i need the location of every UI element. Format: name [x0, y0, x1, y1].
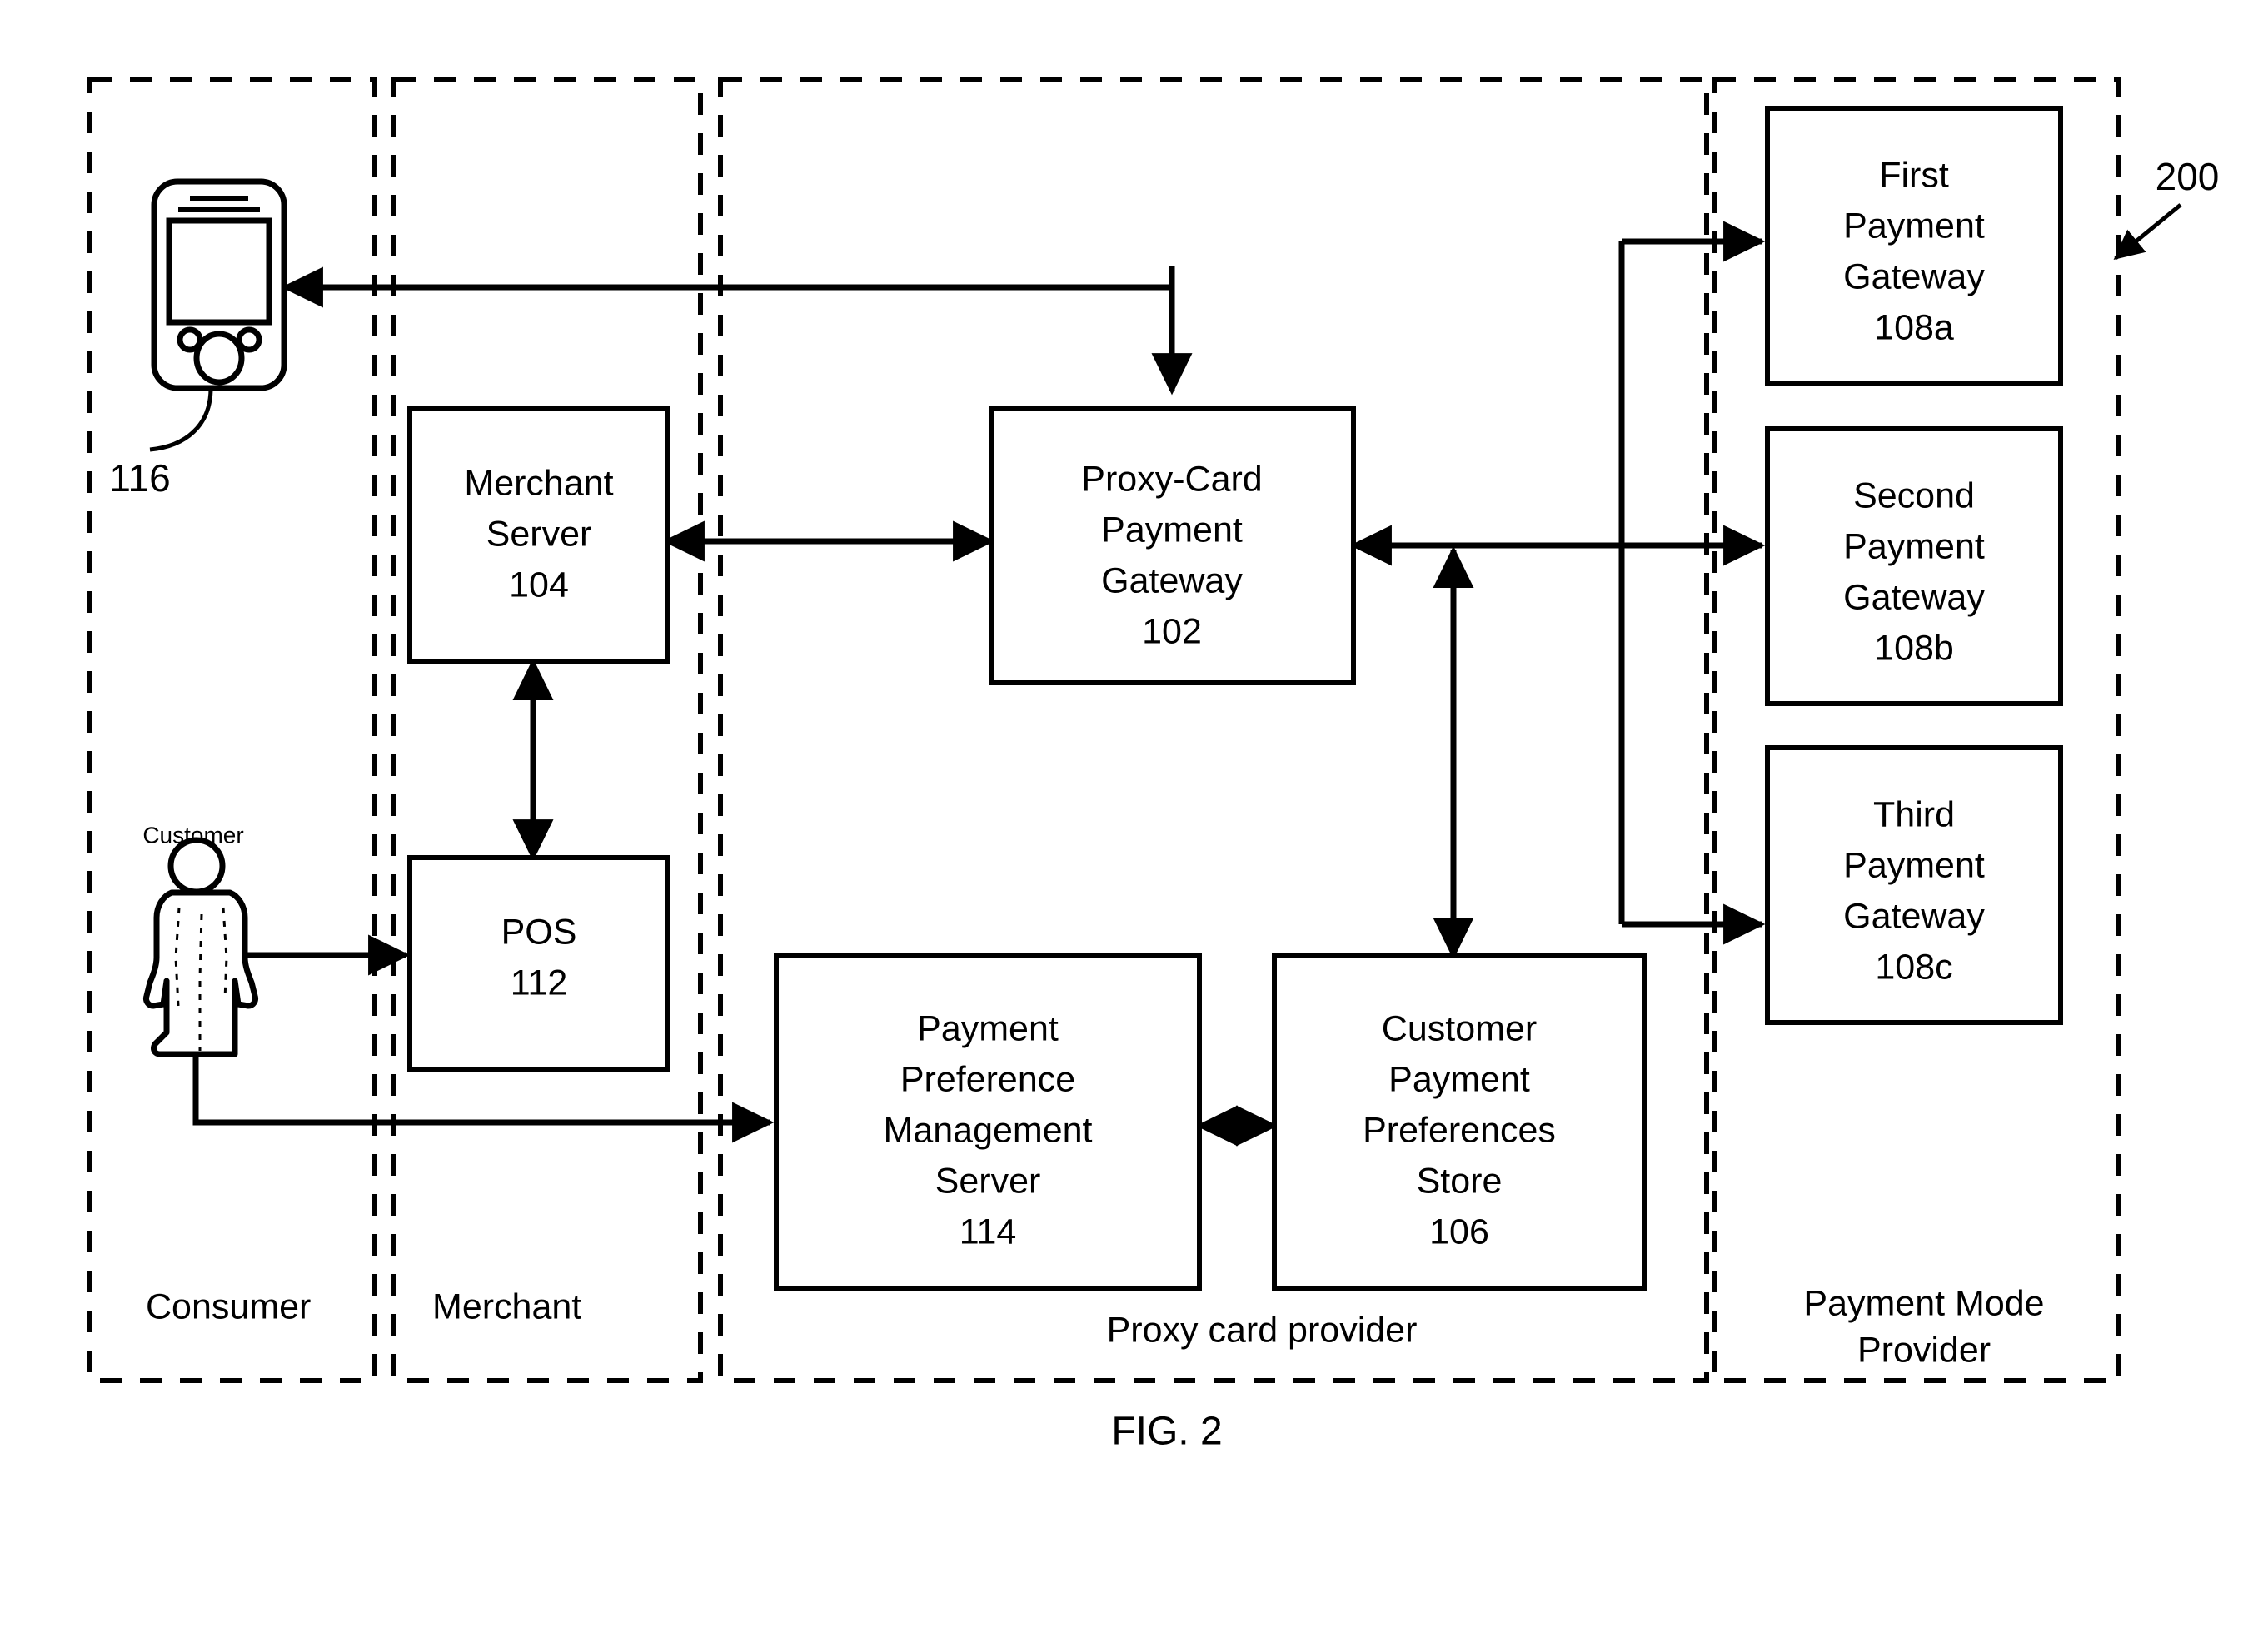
preferences-store-line-4: Store — [1417, 1161, 1503, 1201]
mobile-device-reference-number: 116 — [109, 456, 170, 500]
pos-line-1: POS — [501, 912, 577, 952]
preference-server-line-2: Preference — [900, 1059, 1075, 1099]
merchant-server-line-3: 104 — [509, 565, 569, 605]
node-merchant-server[interactable]: Merchant Server 104 — [407, 406, 670, 664]
first-gateway-line-2: Payment — [1843, 206, 1985, 246]
patent-figure-2: Consumer Merchant Proxy card provider Pa… — [0, 0, 2253, 1652]
proxy-card-line-1: Proxy-Card — [1081, 459, 1262, 499]
zone-label-payment-mode-provider-line1: Payment Mode — [1803, 1283, 2044, 1323]
diagram-canvas: Consumer Merchant Proxy card provider Pa… — [87, 77, 2220, 1454]
preference-server-line-3: Management — [884, 1110, 1093, 1150]
node-third-payment-gateway[interactable]: Third Payment Gateway 108c — [1765, 745, 2063, 1025]
system-reference-number: 200 — [2156, 155, 2220, 198]
preference-server-line-1: Payment — [917, 1008, 1059, 1048]
zone-label-payment-mode-provider-line2: Provider — [1857, 1330, 1991, 1370]
preferences-store-line-5: 106 — [1429, 1212, 1489, 1251]
preferences-store-line-3: Preferences — [1363, 1110, 1556, 1150]
merchant-server-line-1: Merchant — [464, 463, 613, 503]
proxy-card-line-4: 102 — [1142, 611, 1202, 651]
zone-label-merchant: Merchant — [432, 1286, 581, 1326]
third-gateway-line-4: 108c — [1875, 947, 1952, 987]
proxy-card-line-3: Gateway — [1101, 560, 1243, 600]
third-gateway-line-3: Gateway — [1843, 896, 1985, 936]
zone-merchant: Merchant — [391, 77, 703, 1383]
node-pos[interactable]: POS 112 — [407, 855, 670, 1072]
system-reference-leader-arrow — [2113, 203, 2182, 260]
second-gateway-line-2: Payment — [1843, 526, 1985, 566]
zone-label-consumer: Consumer — [146, 1286, 311, 1326]
preferences-store-line-1: Customer — [1382, 1008, 1537, 1048]
second-gateway-line-4: 108b — [1874, 628, 1954, 668]
preference-server-line-5: 114 — [960, 1212, 1017, 1251]
first-gateway-line-1: First — [1879, 155, 1949, 195]
node-customer-payment-preferences-store[interactable]: Customer Payment Preferences Store 106 — [1272, 953, 1647, 1291]
second-gateway-line-3: Gateway — [1843, 577, 1985, 617]
proxy-card-line-2: Payment — [1101, 510, 1243, 550]
pos-line-2: 112 — [511, 963, 568, 1003]
merchant-server-line-2: Server — [486, 514, 592, 554]
node-first-payment-gateway[interactable]: First Payment Gateway 108a — [1765, 106, 2063, 386]
first-gateway-line-4: 108a — [1874, 307, 1954, 347]
zone-label-proxy-card-provider: Proxy card provider — [1107, 1310, 1418, 1350]
preferences-store-line-2: Payment — [1388, 1059, 1530, 1099]
figure-caption: FIG. 2 — [1111, 1410, 1222, 1454]
node-second-payment-gateway[interactable]: Second Payment Gateway 108b — [1765, 426, 2063, 706]
mobile-phone-icon[interactable] — [151, 178, 287, 391]
node-payment-preference-management-server[interactable]: Payment Preference Management Server 114 — [774, 953, 1202, 1291]
person-icon[interactable] — [143, 837, 258, 1057]
preference-server-line-4: Server — [935, 1161, 1041, 1201]
connector-proxy-to-mobile — [281, 266, 1175, 308]
second-gateway-line-1: Second — [1853, 475, 1975, 515]
first-gateway-line-3: Gateway — [1843, 256, 1985, 296]
mobile-device-leader-line — [149, 387, 213, 452]
third-gateway-line-1: Third — [1873, 794, 1955, 834]
third-gateway-line-2: Payment — [1843, 845, 1985, 885]
node-proxy-card-payment-gateway[interactable]: Proxy-Card Payment Gateway 102 — [989, 406, 1356, 685]
